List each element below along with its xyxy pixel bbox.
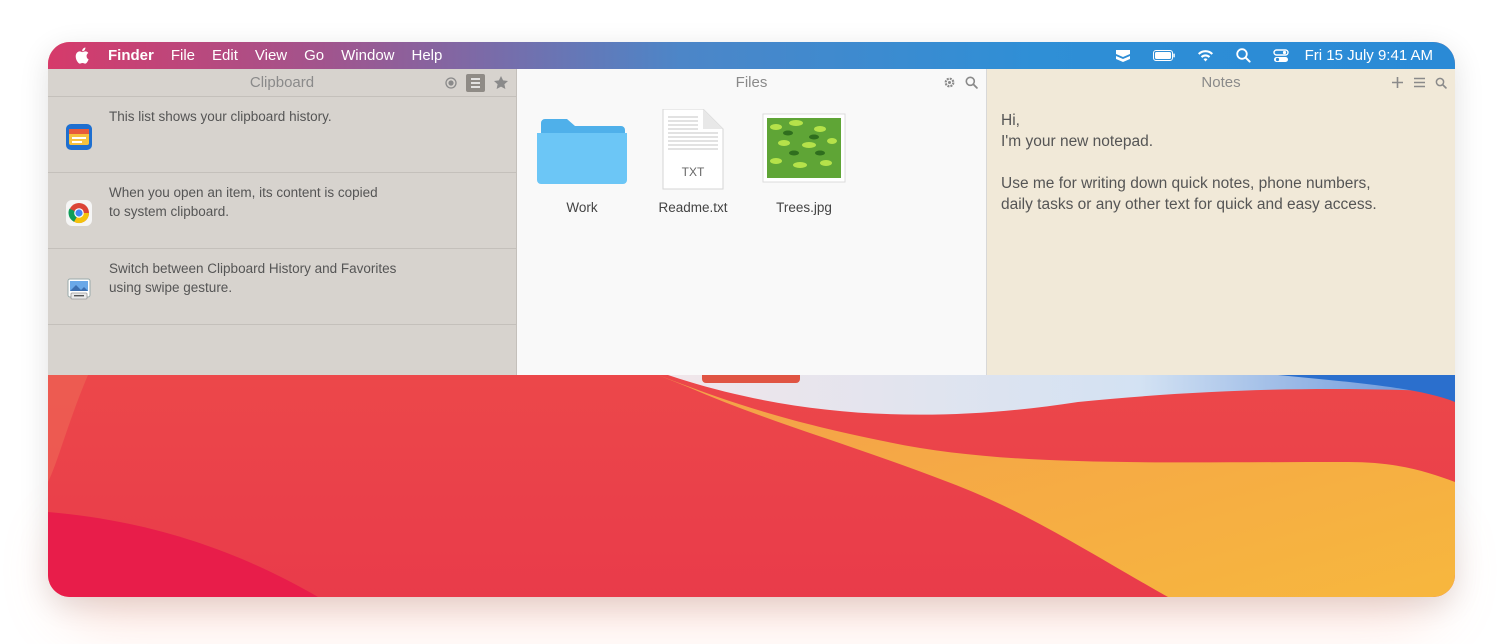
notes-line: Hi, [1001, 112, 1020, 129]
search-icon[interactable] [965, 76, 978, 89]
menu-edit[interactable]: Edit [212, 47, 238, 64]
clipboard-item[interactable]: Switch between Clipboard History and Fav… [48, 249, 516, 325]
menu-help[interactable]: Help [412, 47, 443, 64]
menu-bar: Finder File Edit View Go Window Help Fri… [48, 42, 1455, 69]
search-icon[interactable] [1435, 77, 1447, 89]
apple-logo-icon[interactable] [68, 47, 96, 64]
notes-panel: Notes Hi, I'm your new notepad. Use me f… [987, 69, 1455, 375]
menubar-clock[interactable]: Fri 15 July 9:41 AM [1305, 47, 1433, 64]
notes-header: Notes [987, 69, 1455, 96]
folder-icon [537, 119, 627, 184]
notes-editor[interactable]: Hi, I'm your new notepad. Use me for wri… [987, 96, 1455, 229]
image-thumbnail-icon [762, 113, 846, 183]
files-panel: Files Work TXT Readme.txt Trees.jpg [517, 69, 987, 375]
clipboard-item-text: When you open an item, its content is co… [109, 185, 378, 219]
clipboard-item-text: Switch between Clipboard History and Fav… [109, 261, 397, 295]
desktop-screen: Finder File Edit View Go Window Help Fri… [48, 42, 1455, 597]
clipboard-item[interactable]: This list shows your clipboard history. [48, 97, 516, 173]
menu-file[interactable]: File [171, 47, 195, 64]
clipboard-item[interactable]: When you open an item, its content is co… [48, 173, 516, 249]
list-icon[interactable] [466, 73, 485, 92]
menu-view[interactable]: View [255, 47, 287, 64]
clipboard-header: Clipboard [48, 69, 516, 97]
menu-app-name[interactable]: Finder [108, 47, 154, 64]
notes-line: I'm your new notepad. [1001, 133, 1154, 150]
clipboard-item-text: This list shows your clipboard history. [109, 109, 332, 124]
file-type-badge: TXT [681, 165, 705, 179]
clipboard-title: Clipboard [249, 74, 315, 91]
record-icon[interactable] [445, 76, 457, 89]
clipboard-panel: Clipboard This list shows your clipboard… [48, 69, 517, 375]
file-name: Work [566, 200, 598, 215]
plus-icon[interactable] [1391, 76, 1404, 89]
files-header: Files [517, 69, 986, 96]
menu-window[interactable]: Window [341, 47, 394, 64]
files-title: Files [735, 74, 768, 91]
battery-icon[interactable] [1152, 50, 1175, 61]
gear-icon[interactable] [943, 76, 956, 89]
notes-line: Use me for writing down quick notes, pho… [1001, 175, 1371, 192]
preview-app-icon [67, 278, 91, 300]
notes-line [1001, 152, 1441, 173]
clipboard-app-icon[interactable] [1115, 49, 1131, 63]
spotlight-search-icon[interactable] [1235, 48, 1251, 63]
chrome-icon [66, 200, 92, 226]
file-item-folder[interactable]: Work [532, 109, 632, 215]
list-icon[interactable] [1413, 77, 1426, 88]
menu-go[interactable]: Go [304, 47, 324, 64]
file-name: Trees.jpg [776, 200, 832, 215]
wifi-icon[interactable] [1197, 49, 1214, 62]
notes-title: Notes [1201, 74, 1241, 91]
control-center-icon[interactable] [1272, 48, 1289, 63]
drawer-handle[interactable] [702, 375, 800, 383]
star-icon[interactable] [494, 76, 508, 89]
notes-app-icon [66, 124, 92, 150]
notes-line: daily tasks or any other text for quick … [1001, 196, 1377, 213]
file-name: Readme.txt [658, 200, 728, 215]
